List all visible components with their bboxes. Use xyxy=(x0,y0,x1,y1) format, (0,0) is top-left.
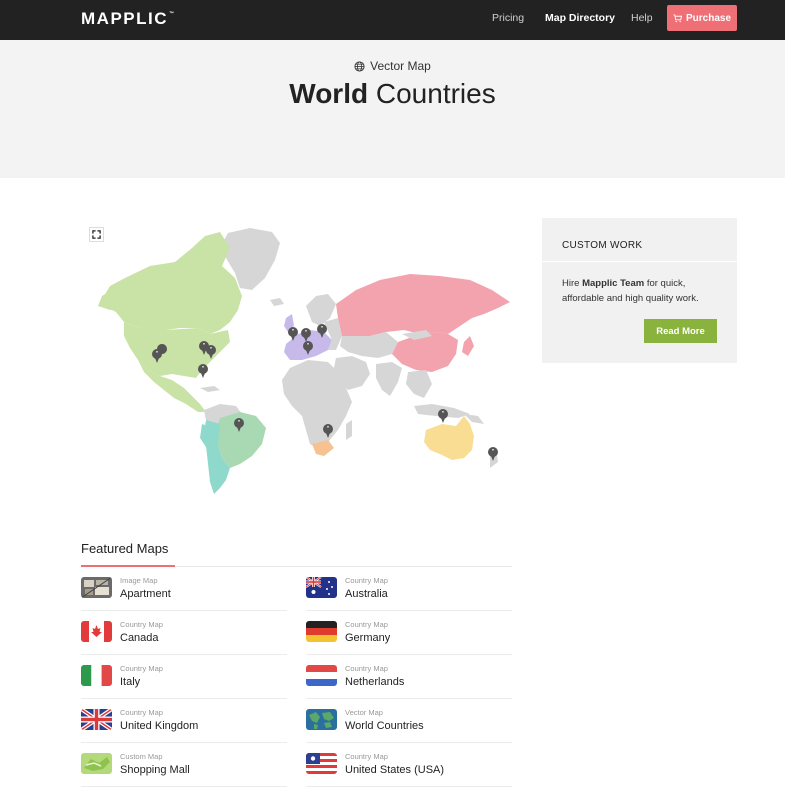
map-pin-icon[interactable]: ” xyxy=(198,364,208,378)
nav-help[interactable]: Help xyxy=(631,12,653,24)
country-russia[interactable] xyxy=(336,274,510,338)
region-southeast-asia[interactable] xyxy=(406,370,432,398)
map-type-label: Country Map xyxy=(120,620,163,629)
fullscreen-button[interactable] xyxy=(89,227,104,242)
top-navbar: MAPPLIC™ Pricing Map Directory Help Purc… xyxy=(0,0,785,40)
map-name-label: World Countries xyxy=(345,720,424,732)
featured-item-australia[interactable]: Country Map Australia xyxy=(306,567,512,611)
mapplic-logo[interactable]: MAPPLIC™ xyxy=(81,9,174,29)
country-china[interactable] xyxy=(392,332,458,372)
globe-thumb-icon xyxy=(306,709,337,730)
hero-banner: Vector Map World Countries xyxy=(0,40,785,178)
country-madagascar[interactable] xyxy=(346,420,352,440)
map-name-label: Shopping Mall xyxy=(120,764,190,776)
world-map[interactable]: ” ” ” ” ” ” ” ” ” ” ” ” xyxy=(80,218,520,498)
map-name-label: Apartment xyxy=(120,588,171,600)
logo-text: MAPPLIC xyxy=(81,9,168,28)
map-name-label: United Kingdom xyxy=(120,720,199,732)
logo-trademark: ™ xyxy=(169,11,174,17)
netherlands-flag-icon xyxy=(306,665,337,686)
map-name-label: Italy xyxy=(120,676,141,688)
country-australia[interactable] xyxy=(424,416,474,460)
uk-flag-icon xyxy=(81,709,112,730)
featured-item-united-states[interactable]: Country Map United States (USA) xyxy=(306,743,512,787)
germany-flag-icon xyxy=(306,621,337,642)
map-type-label: Image Map xyxy=(120,576,158,585)
featured-item-germany[interactable]: Country Map Germany xyxy=(306,611,512,655)
map-name-label: Canada xyxy=(120,632,159,644)
map-type-label: Country Map xyxy=(120,664,163,673)
read-more-button[interactable]: Read More xyxy=(644,319,717,343)
map-name-label: Germany xyxy=(345,632,391,644)
custom-work-text: Hire Mapplic Team for quick, affordable … xyxy=(562,276,722,306)
map-type-label: Country Map xyxy=(345,664,388,673)
globe-icon xyxy=(354,60,365,72)
nav-map-directory[interactable]: Map Directory xyxy=(545,12,615,24)
mapplic-team-link: Mapplic Team xyxy=(582,278,645,289)
region-caribbean[interactable] xyxy=(200,386,220,392)
cart-icon xyxy=(673,13,682,22)
purchase-button[interactable]: Purchase xyxy=(667,5,737,31)
map-pin-icon[interactable]: ” xyxy=(438,409,448,423)
featured-item-italy[interactable]: Country Map Italy xyxy=(81,655,287,699)
world-map-svg[interactable]: ” ” ” ” ” ” ” ” ” ” ” ” xyxy=(80,218,520,498)
map-type-label: Country Map xyxy=(345,752,388,761)
map-name-label: Netherlands xyxy=(345,676,405,688)
featured-item-world-countries[interactable]: Vector Map World Countries xyxy=(306,699,512,743)
hero-subtitle-text: Vector Map xyxy=(370,59,431,73)
canada-flag-icon xyxy=(81,621,112,642)
map-type-label: Custom Map xyxy=(120,752,163,761)
nav-pricing[interactable]: Pricing xyxy=(492,12,524,24)
australia-flag-icon xyxy=(306,577,337,598)
featured-item-netherlands[interactable]: Country Map Netherlands xyxy=(306,655,512,699)
apartment-thumb-icon xyxy=(81,577,112,598)
panel-divider xyxy=(542,261,737,262)
country-japan[interactable] xyxy=(462,336,474,356)
panel-text-prefix: Hire xyxy=(562,278,583,289)
page-title-light: Countries xyxy=(375,78,496,109)
map-type-label: Country Map xyxy=(345,620,388,629)
country-iceland[interactable] xyxy=(270,298,284,306)
map-type-label: Vector Map xyxy=(345,708,383,717)
page-title: World Countries xyxy=(0,78,785,110)
mall-thumb-icon xyxy=(81,753,112,774)
featured-item-canada[interactable]: Country Map Canada xyxy=(81,611,287,655)
hero-subtitle: Vector Map xyxy=(0,59,785,73)
map-name-label: United States (USA) xyxy=(345,764,445,776)
featured-item-apartment[interactable]: Image Map Apartment xyxy=(81,567,287,611)
featured-maps-title: Featured Maps xyxy=(81,541,169,556)
italy-flag-icon xyxy=(81,665,112,686)
featured-item-shopping-mall[interactable]: Custom Map Shopping Mall xyxy=(81,743,287,787)
map-type-label: Country Map xyxy=(345,576,388,585)
featured-item-united-kingdom[interactable]: Country Map United Kingdom xyxy=(81,699,287,743)
custom-work-panel: CUSTOM WORK Hire Mapplic Team for quick,… xyxy=(542,218,737,363)
map-name-label: Australia xyxy=(345,588,388,600)
map-type-label: Country Map xyxy=(120,708,163,717)
page-title-bold: World xyxy=(289,78,369,109)
country-canada[interactable] xyxy=(104,232,242,334)
usa-flag-icon xyxy=(306,753,337,774)
fullscreen-icon xyxy=(92,230,101,239)
purchase-label: Purchase xyxy=(685,12,732,24)
custom-work-title: CUSTOM WORK xyxy=(562,240,643,251)
country-india[interactable] xyxy=(376,362,402,396)
